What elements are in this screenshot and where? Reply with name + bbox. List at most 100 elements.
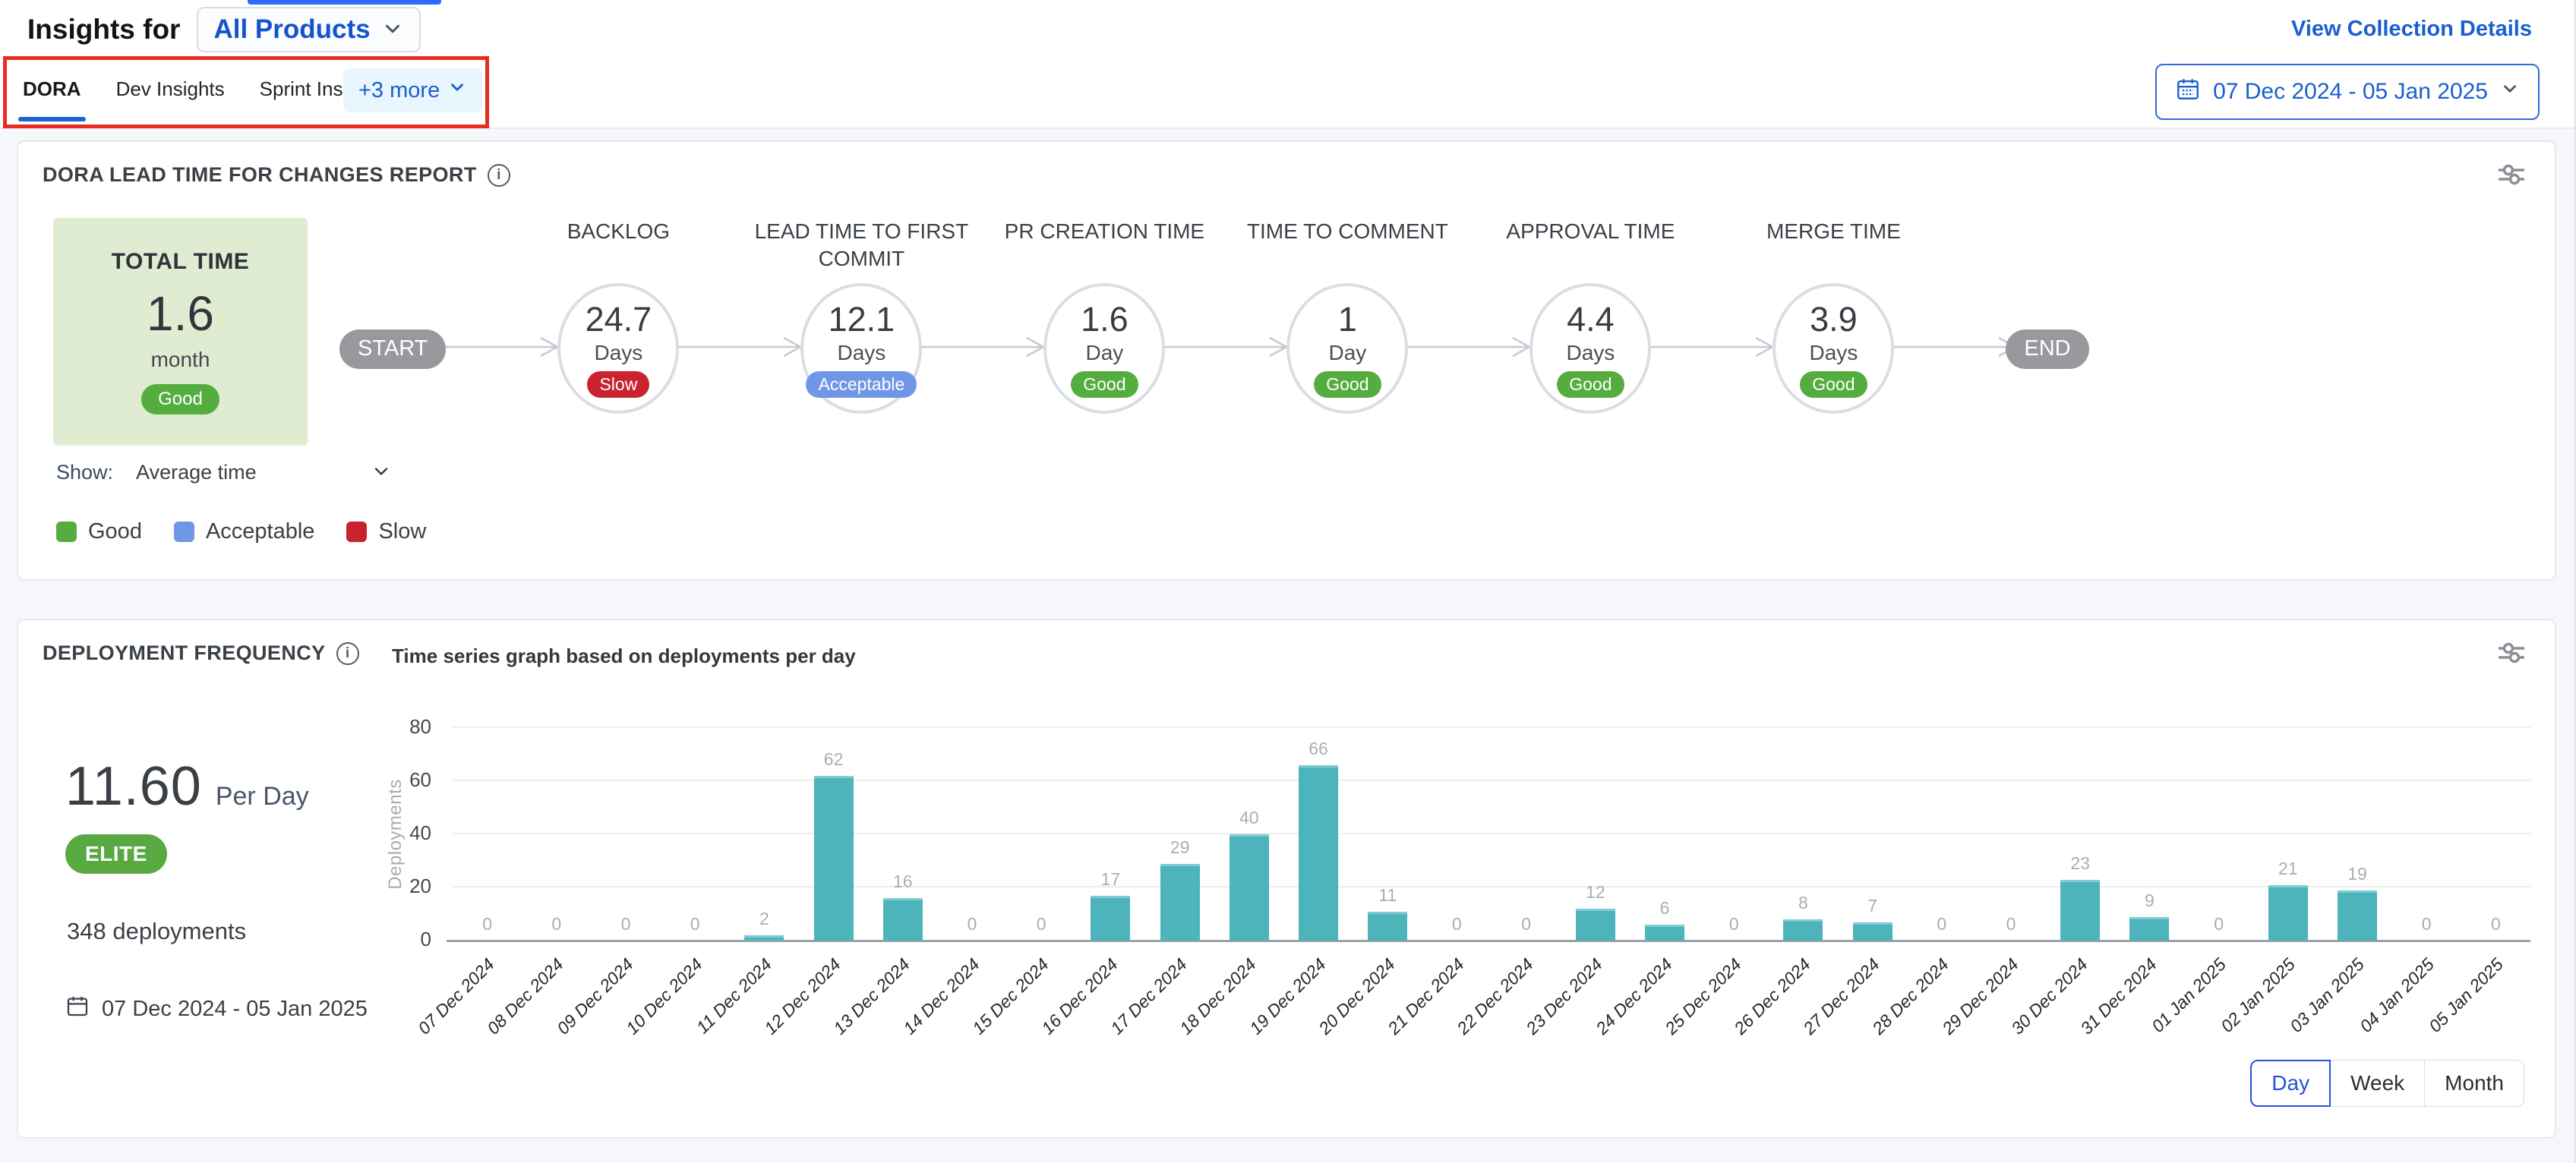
tab-dev-insights[interactable]: Dev Insights — [115, 52, 226, 128]
bar-value-label: 29 — [1170, 837, 1190, 858]
total-time-unit: month — [151, 348, 210, 372]
stage-label: APPROVAL TIME — [1476, 218, 1704, 280]
bar-value-label: 0 — [968, 914, 977, 934]
product-selector-label: All Products — [213, 14, 370, 45]
deployment-date-range-label: 07 Dec 2024 - 05 Jan 2025 — [102, 997, 368, 1022]
deployment-bar[interactable] — [1645, 925, 1684, 941]
stage-pr-creation-time: PR CREATION TIME1.6DayGood — [983, 218, 1226, 414]
deployment-bar[interactable] — [1853, 922, 1893, 941]
stage-circle: 1DayGood — [1286, 283, 1408, 414]
stage-value: 1.6 — [1081, 300, 1129, 339]
stage-label: BACKLOG — [504, 218, 732, 280]
stage-value: 24.7 — [586, 300, 652, 339]
stage-status-pill: Good — [1071, 371, 1138, 398]
stage-circle: 24.7DaysSlow — [557, 283, 679, 414]
deployment-bar[interactable] — [2338, 890, 2377, 941]
start-node: START — [339, 329, 446, 369]
total-time-status-pill: Good — [141, 384, 219, 414]
stage-status-pill: Acceptable — [806, 371, 917, 398]
y-tick-label: 80 — [383, 715, 431, 739]
stage-label: TIME TO COMMENT — [1233, 218, 1461, 280]
show-dropdown[interactable]: Show: Average time — [56, 461, 392, 484]
deployment-bar[interactable] — [1576, 909, 1615, 941]
deployment-rate-value: 11.60 — [65, 755, 202, 818]
chart-settings-icon[interactable] — [2496, 640, 2527, 670]
bar-value-label: 40 — [1239, 808, 1259, 828]
tab-dora[interactable]: DORA — [21, 52, 83, 128]
stage-unit: Days — [594, 341, 642, 365]
legend-swatch — [346, 522, 367, 542]
stage-value: 12.1 — [829, 300, 895, 339]
deployment-panel-title: DEPLOYMENT FREQUENCY — [43, 641, 326, 665]
deployment-bar[interactable] — [1230, 834, 1269, 941]
date-range-label: 07 Dec 2024 - 05 Jan 2025 — [2213, 79, 2488, 105]
elite-badge: ELITE — [65, 834, 167, 874]
stage-time-to-comment: TIME TO COMMENT1DayGood — [1226, 218, 1469, 414]
deployment-bar[interactable] — [1368, 912, 1407, 941]
stage-lead-time-to-first-commit: LEAD TIME TO FIRST COMMIT12.1DaysAccepta… — [740, 218, 983, 414]
deployment-bar[interactable] — [883, 898, 923, 941]
view-toggle-month[interactable]: Month — [2425, 1060, 2524, 1107]
bar-value-label: 16 — [893, 871, 913, 892]
deployment-bar[interactable] — [1299, 765, 1338, 941]
bar-value-label: 0 — [2491, 914, 2501, 934]
gridline — [453, 726, 2530, 728]
deployment-bar[interactable] — [1160, 864, 1200, 941]
flow-arrow-icon — [1890, 336, 2019, 361]
total-deployments: 348 deployments — [67, 918, 246, 945]
deployment-bar[interactable] — [1091, 896, 1130, 941]
flow-row: START BACKLOG24.7DaysSlow LEAD TIME TO FIR… — [339, 218, 2089, 414]
bar-value-label: 0 — [1521, 914, 1531, 934]
deployment-bar[interactable] — [1783, 919, 1823, 941]
date-range-picker[interactable]: 07 Dec 2024 - 05 Jan 2025 — [2155, 64, 2540, 120]
x-axis-label-text: 03 Jan 2025 — [2286, 954, 2369, 1037]
legend-swatch — [56, 522, 77, 542]
deployment-frequency-panel: DEPLOYMENT FREQUENCY i Time series graph… — [17, 619, 2556, 1139]
y-tick-label: 20 — [383, 875, 431, 898]
deployment-bar[interactable] — [2268, 885, 2308, 941]
chevron-down-icon — [381, 17, 404, 43]
bar-value-label: 0 — [1937, 914, 1946, 934]
total-time-card: TOTAL TIME 1.6 month Good — [53, 218, 308, 446]
bar-value-label: 9 — [2145, 890, 2155, 911]
deployment-bar[interactable] — [2060, 880, 2100, 941]
view-toggle-day[interactable]: Day — [2250, 1060, 2331, 1107]
y-tick-label: 0 — [383, 928, 431, 951]
stage-unit: Days — [837, 341, 886, 365]
info-icon[interactable]: i — [488, 164, 510, 187]
bar-value-label: 21 — [2278, 859, 2298, 879]
view-toggle-week[interactable]: Week — [2331, 1060, 2425, 1107]
info-icon[interactable]: i — [336, 642, 359, 665]
show-value: Average time — [136, 461, 257, 484]
stage-circle: 4.4DaysGood — [1530, 283, 1651, 414]
legend-label: Slow — [378, 519, 426, 544]
page-header: Insights for All Products — [27, 8, 421, 52]
y-tick-label: 60 — [383, 768, 431, 792]
view-collection-details-link[interactable]: View Collection Details — [2291, 17, 2532, 42]
bar-value-label: 23 — [2070, 853, 2090, 874]
show-label: Show: — [56, 461, 113, 484]
legend-label: Acceptable — [206, 519, 315, 544]
chart-settings-icon[interactable] — [2496, 162, 2527, 191]
deployment-panel-header: DEPLOYMENT FREQUENCY i — [43, 641, 359, 665]
bar-value-label: 0 — [621, 914, 631, 934]
legend-label: Good — [88, 519, 142, 544]
deployment-bar[interactable] — [2129, 917, 2169, 941]
tabs-more-button[interactable]: +3 more — [343, 68, 482, 112]
bar-value-label: 0 — [551, 914, 561, 934]
bar-value-label: 0 — [1452, 914, 1462, 934]
stage-status-pill: Good — [1557, 371, 1624, 398]
bar-value-label: 8 — [1798, 893, 1808, 913]
lead-time-panel-header: DORA LEAD TIME FOR CHANGES REPORT i — [43, 163, 510, 187]
legend-item-slow: Slow — [346, 519, 426, 544]
chart-title: Time series graph based on deployments p… — [392, 645, 856, 668]
tabs-more-label: +3 more — [358, 78, 440, 103]
product-selector[interactable]: All Products — [197, 7, 420, 52]
deployment-bar[interactable] — [744, 935, 784, 941]
bar-value-label: 66 — [1309, 739, 1328, 759]
status-legend: Good Acceptable Slow — [56, 519, 426, 544]
stage-circle: 1.6DayGood — [1043, 283, 1165, 414]
tabs-container: DORADev InsightsSprint Insights — [21, 52, 386, 128]
deployment-bar[interactable] — [814, 776, 854, 941]
bar-value-label: 17 — [1101, 869, 1121, 890]
